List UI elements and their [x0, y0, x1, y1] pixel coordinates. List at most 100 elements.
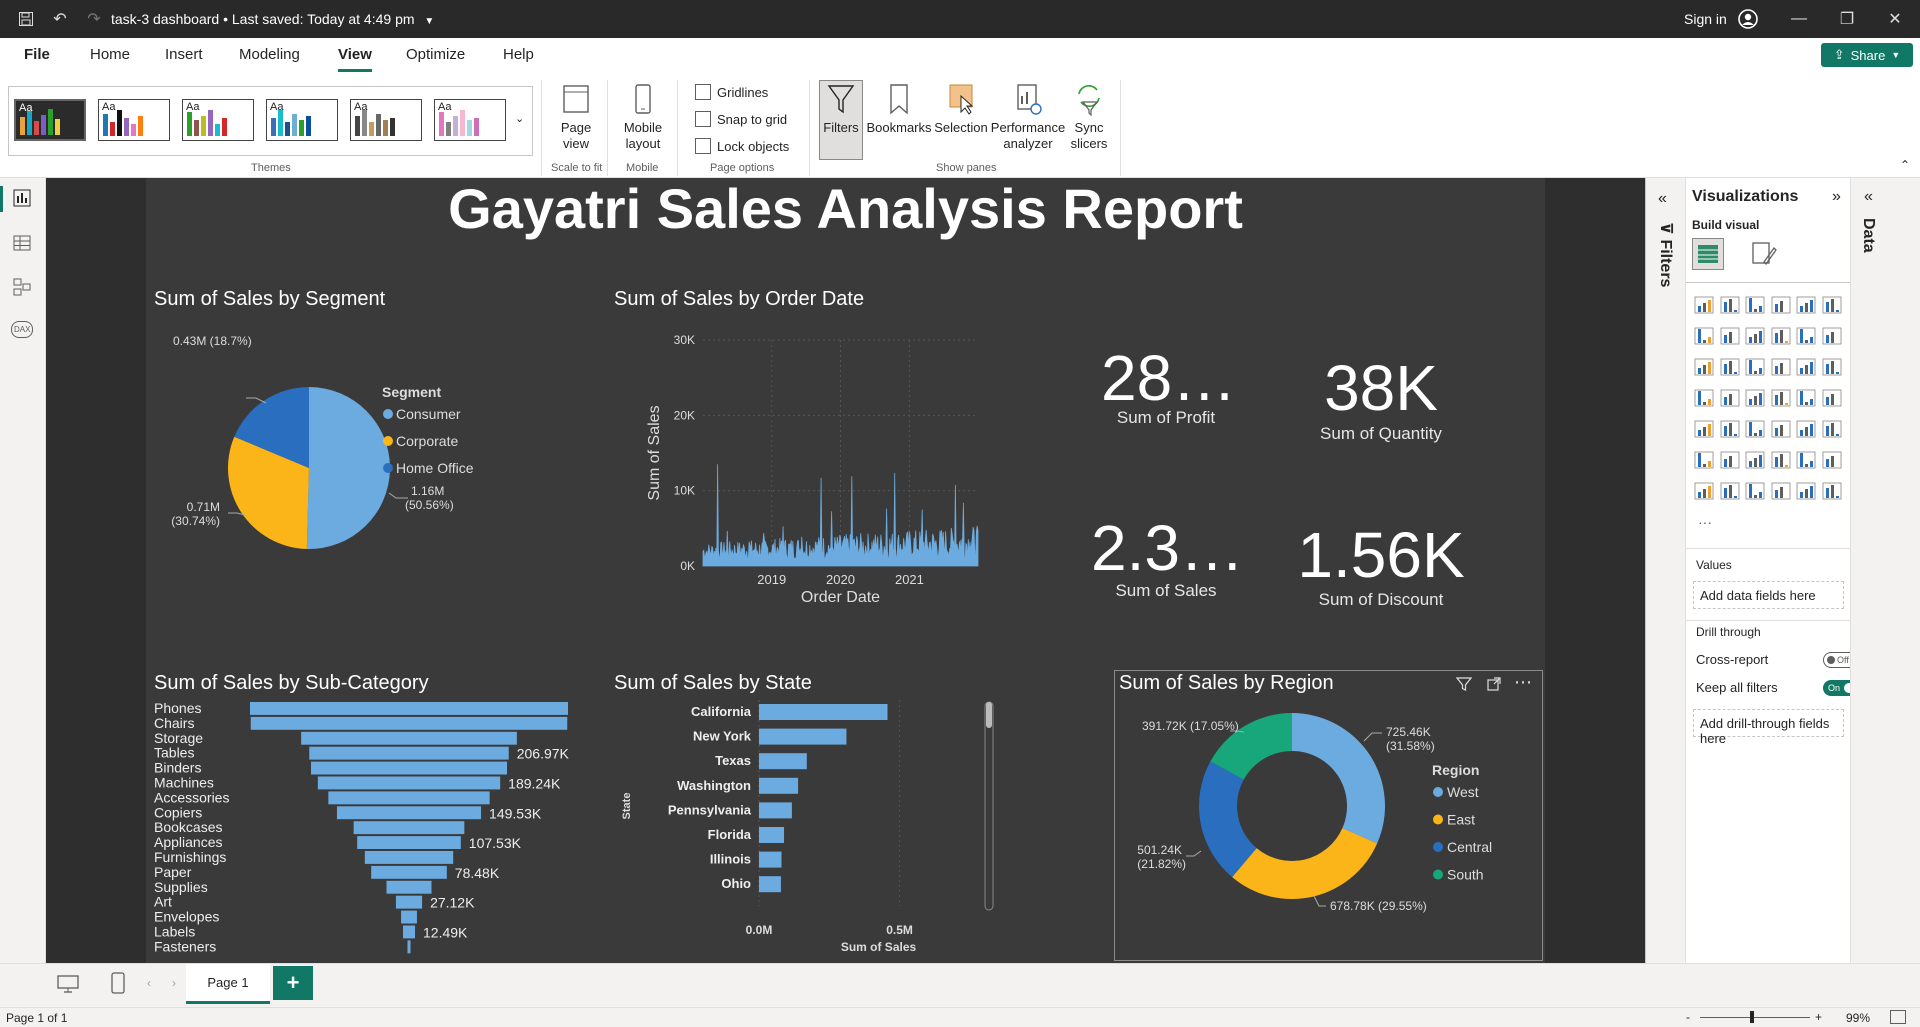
- gridlines-checkbox[interactable]: Gridlines: [695, 84, 768, 100]
- funnel-bar-labels[interactable]: [402, 925, 416, 939]
- funnel-bar-phones[interactable]: [250, 702, 568, 715]
- key-influencers-visual-icon[interactable]: [1719, 450, 1741, 470]
- theme-swatch-2[interactable]: Aa: [98, 99, 170, 141]
- state-bar-washington[interactable]: [759, 777, 799, 794]
- theme-swatch-6[interactable]: Aa: [434, 99, 506, 141]
- metrics-visual-icon[interactable]: [1770, 481, 1792, 501]
- line-column-visual-icon[interactable]: [1821, 326, 1843, 346]
- table-visual-icon[interactable]: [1770, 419, 1792, 439]
- funnel-bar-bookcases[interactable]: [353, 821, 465, 835]
- filters-pane-collapsed[interactable]: « ⊽ Filters: [1645, 178, 1685, 963]
- selection-pane-button[interactable]: Selection: [934, 82, 988, 136]
- funnel-bar-machines[interactable]: [317, 776, 501, 790]
- account-icon[interactable]: [1737, 8, 1759, 30]
- funnel-bar-accessories[interactable]: [328, 791, 490, 805]
- waterfall-visual-icon[interactable]: [1795, 326, 1817, 346]
- pie-slice-consumer[interactable]: [306, 387, 390, 549]
- zoom-in-icon[interactable]: +: [1815, 1010, 1822, 1024]
- next-page-icon[interactable]: ›: [172, 976, 176, 990]
- funnel-bar-furnishings[interactable]: [364, 851, 454, 864]
- mobile-layout-button[interactable]: Mobile layout: [618, 82, 668, 152]
- expand-data-icon[interactable]: «: [1864, 188, 1873, 206]
- funnel-bar-supplies[interactable]: [386, 880, 432, 894]
- tab-view[interactable]: View: [338, 46, 372, 63]
- decomposition-visual-icon[interactable]: [1744, 450, 1766, 470]
- more-options-icon[interactable]: ⋯: [1514, 672, 1533, 693]
- sync-slicers-button[interactable]: Sync slicers: [1066, 82, 1112, 152]
- tab-help[interactable]: Help: [503, 46, 534, 63]
- drill-through-drop-well[interactable]: Add drill-through fields here: [1693, 709, 1844, 746]
- region-donut-chart[interactable]: 725.46K(31.58%) 678.78K (29.55%) 501.24K(2…: [1114, 696, 1544, 961]
- r-visual-visual-icon[interactable]: [1821, 419, 1843, 439]
- document-title[interactable]: task-3 dashboard • Last saved: Today at …: [111, 11, 434, 27]
- stacked-area-visual-icon[interactable]: [1744, 326, 1766, 346]
- themes-expand-icon[interactable]: ⌄: [515, 112, 524, 125]
- restore-icon[interactable]: ❐: [1834, 0, 1860, 38]
- 100-bar-visual-icon[interactable]: [1795, 295, 1817, 315]
- power-apps-visual-icon[interactable]: [1719, 481, 1741, 501]
- power-automate-visual-icon[interactable]: [1744, 481, 1766, 501]
- donut-slice-west[interactable]: [1292, 713, 1385, 844]
- pie-visual-icon[interactable]: [1795, 357, 1817, 377]
- card-visual-icon[interactable]: [1821, 388, 1843, 408]
- state-bar-pennsylvania[interactable]: [759, 802, 792, 819]
- slicer-visual-icon[interactable]: [1744, 419, 1766, 439]
- line-visual-icon[interactable]: [1693, 326, 1715, 346]
- page-view-button[interactable]: Page view: [552, 82, 600, 152]
- funnel-bar-art[interactable]: [395, 895, 423, 909]
- prev-page-icon[interactable]: ‹: [147, 976, 151, 990]
- fit-to-page-icon[interactable]: [1890, 1010, 1906, 1024]
- build-visual-tab[interactable]: [1692, 238, 1724, 270]
- state-bar-new-york[interactable]: [759, 728, 847, 745]
- trophy-visual-icon[interactable]: [1821, 450, 1843, 470]
- gauge-visual-icon[interactable]: [1795, 388, 1817, 408]
- tab-home[interactable]: Home: [90, 46, 130, 63]
- report-view-icon[interactable]: [12, 188, 32, 213]
- scatter-col-visual-icon[interactable]: [1719, 357, 1741, 377]
- stacked-column-visual-icon[interactable]: [1719, 295, 1741, 315]
- 100-column-visual-icon[interactable]: [1821, 295, 1843, 315]
- state-bar-ohio[interactable]: [759, 876, 781, 893]
- tab-file[interactable]: File: [24, 46, 50, 63]
- funnel-bar-envelopes[interactable]: [401, 910, 417, 924]
- donut-slice-east[interactable]: [1232, 828, 1378, 899]
- funnel-bar-storage[interactable]: [301, 731, 517, 745]
- sign-in-link[interactable]: Sign in: [1684, 11, 1727, 27]
- expand-filters-icon[interactable]: «: [1658, 190, 1667, 208]
- bookmarks-pane-button[interactable]: Bookmarks: [864, 82, 934, 136]
- paginated-visual-icon[interactable]: [1693, 481, 1715, 501]
- state-bar-california[interactable]: [759, 704, 888, 720]
- qa-visual-icon[interactable]: [1770, 450, 1792, 470]
- area-visual-icon[interactable]: [1719, 326, 1741, 346]
- more-visuals-button[interactable]: ···: [1698, 514, 1712, 530]
- dax-query-view-icon[interactable]: DAX: [11, 321, 34, 338]
- scatter-visual-icon[interactable]: [1770, 357, 1792, 377]
- azure-map-visual-icon[interactable]: [1770, 388, 1792, 408]
- line-stacked-visual-icon[interactable]: [1693, 357, 1715, 377]
- zoom-slider-track[interactable]: [1700, 1017, 1810, 1018]
- performance-analyzer-button[interactable]: Performance analyzer: [990, 82, 1066, 152]
- funnel-bar-appliances[interactable]: [357, 836, 461, 849]
- undo-icon[interactable]: ↶: [48, 0, 72, 38]
- minimize-icon[interactable]: —: [1786, 0, 1812, 38]
- state-bar-florida[interactable]: [759, 827, 785, 843]
- stacked-bar-visual-icon[interactable]: [1693, 295, 1715, 315]
- state-bar-chart[interactable]: California New York Texas Washington Pennsyl…: [606, 696, 1006, 963]
- collapse-ribbon-icon[interactable]: ⌃: [1900, 158, 1910, 172]
- page-tab-1[interactable]: Page 1: [186, 964, 270, 1004]
- save-icon[interactable]: [14, 0, 38, 38]
- donut-visual-icon[interactable]: [1821, 357, 1843, 377]
- tab-insert[interactable]: Insert: [165, 46, 203, 63]
- table-view-icon[interactable]: [12, 233, 32, 258]
- mobile-layout-icon[interactable]: [110, 972, 126, 999]
- filters-pane-button[interactable]: Filters: [819, 82, 863, 136]
- order-date-line-chart[interactable]: 0K 10K 20K 30K 2019 2020 2021 Order Date Sum of …: [606, 313, 996, 643]
- treemap-visual-icon[interactable]: [1693, 388, 1715, 408]
- subcategory-funnel-chart[interactable]: PhonesChairsStorageTables 206.97K BindersM…: [146, 696, 606, 963]
- theme-swatch-3[interactable]: Aa: [182, 99, 254, 141]
- lock-objects-checkbox[interactable]: Lock objects: [695, 138, 789, 154]
- theme-swatch-5[interactable]: Aa: [350, 99, 422, 141]
- kpi-visual-icon[interactable]: [1719, 419, 1741, 439]
- redo-icon[interactable]: ↷: [82, 0, 106, 38]
- zoom-slider-thumb[interactable]: [1750, 1011, 1754, 1023]
